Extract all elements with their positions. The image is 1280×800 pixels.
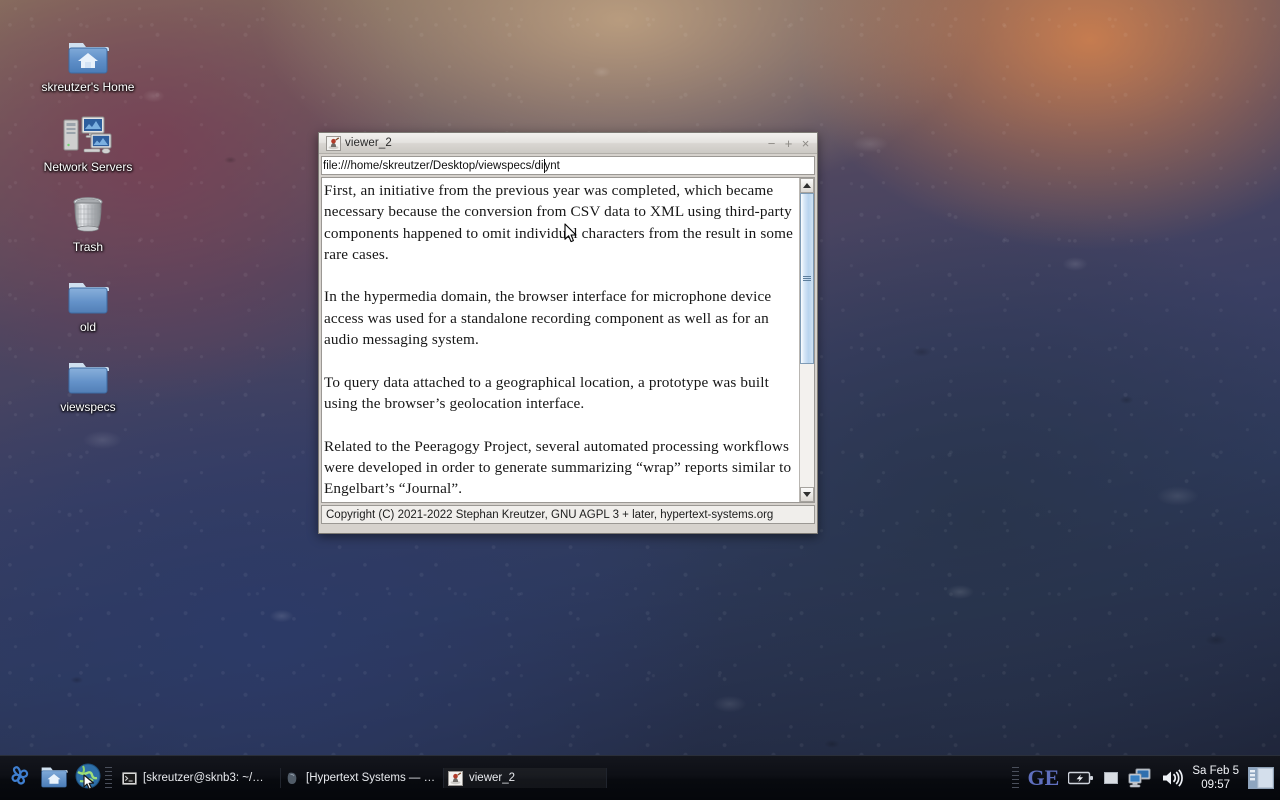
clock-time: 09:57 bbox=[1201, 779, 1231, 791]
browser-window-icon bbox=[285, 771, 300, 786]
clock-date: Sa Feb 5 bbox=[1192, 765, 1239, 777]
triskelion-logo-icon bbox=[6, 762, 34, 795]
document-paragraph: Related to the Peeragogy Project, severa… bbox=[324, 437, 792, 498]
launcher-area[interactable] bbox=[0, 756, 114, 800]
web-browser-launcher[interactable] bbox=[71, 762, 104, 795]
grip-icon bbox=[803, 275, 811, 281]
document-area[interactable]: First, an initiative from the previous y… bbox=[321, 177, 815, 503]
window-title: viewer_2 bbox=[345, 137, 392, 149]
scrollbar-track[interactable] bbox=[800, 193, 814, 487]
desktop-icon-label: old bbox=[79, 320, 96, 334]
copyright-text: Copyright (C) 2021-2022 Stephan Kreutzer… bbox=[326, 508, 774, 521]
document-paragraph: In the hypermedia domain, the browser in… bbox=[324, 288, 772, 349]
desktop-icon-network-servers[interactable]: Network Servers bbox=[26, 108, 150, 174]
paragraph-spacer bbox=[324, 414, 793, 435]
folder-icon bbox=[26, 268, 150, 316]
file-manager-launcher[interactable] bbox=[37, 762, 70, 795]
keyboard-layout-indicator[interactable]: GE bbox=[1028, 765, 1060, 791]
taskbar-window-label: [skreutzer@sknb3: ~/… bbox=[143, 772, 264, 784]
menu-launcher[interactable] bbox=[3, 762, 36, 795]
volume-speaker-icon[interactable] bbox=[1161, 769, 1184, 787]
taskbar-window-label: viewer_2 bbox=[469, 772, 516, 784]
system-tray[interactable]: GE Sa Feb 5 09:57 bbox=[1008, 756, 1280, 800]
desktop-icon-home[interactable]: skreutzer's Home bbox=[26, 28, 150, 94]
minimize-button[interactable]: − bbox=[763, 135, 780, 152]
chevron-down-icon bbox=[803, 492, 811, 497]
folder-icon bbox=[26, 348, 150, 396]
url-text-before-caret: file:///home/skreutzer/Desktop/viewspecs… bbox=[323, 159, 544, 172]
battery-charging-icon[interactable] bbox=[1068, 770, 1094, 786]
viewer-window[interactable]: viewer_2 − + × file:///home/skreutzer/De… bbox=[318, 132, 818, 534]
taskbar-grip-handle[interactable] bbox=[105, 767, 112, 789]
paragraph-spacer bbox=[324, 350, 793, 371]
scroll-down-button[interactable] bbox=[800, 487, 814, 502]
home-folder-icon bbox=[39, 763, 69, 794]
taskbar-window-terminal[interactable]: [skreutzer@sknb3: ~/… bbox=[118, 768, 281, 788]
blank-tray-icon[interactable] bbox=[1103, 770, 1119, 786]
home-folder-icon bbox=[26, 28, 150, 76]
url-text-after-caret: ynt bbox=[544, 159, 560, 172]
desktop-icon-trash[interactable]: Trash bbox=[26, 188, 150, 254]
desktop-icon-label: Network Servers bbox=[43, 160, 133, 174]
document-paragraph: To query data attached to a geographical… bbox=[324, 373, 769, 412]
network-servers-icon bbox=[26, 108, 150, 156]
trash-icon bbox=[26, 188, 150, 236]
document-paragraph: First, an initiative from the previous y… bbox=[324, 182, 793, 263]
taskbar[interactable]: [skreutzer@sknb3: ~/… [Hypertext Systems… bbox=[0, 755, 1280, 800]
vertical-scrollbar[interactable] bbox=[799, 178, 814, 502]
globe-browser-icon bbox=[74, 762, 102, 795]
display-settings-icon[interactable] bbox=[1128, 768, 1152, 788]
window-list[interactable]: [skreutzer@sknb3: ~/… [Hypertext Systems… bbox=[114, 756, 1008, 800]
terminal-icon bbox=[122, 771, 137, 786]
window-titlebar[interactable]: viewer_2 − + × bbox=[319, 133, 817, 154]
viewer-app-icon bbox=[324, 135, 341, 151]
desktop-icon-label: skreutzer's Home bbox=[41, 80, 135, 94]
chevron-up-icon bbox=[803, 183, 811, 188]
document-text: First, an initiative from the previous y… bbox=[322, 178, 799, 502]
desktop-icon-label: viewspecs bbox=[60, 400, 116, 414]
desktop-icon-label: Trash bbox=[72, 240, 104, 254]
taskbar-window-label: [Hypertext Systems — … bbox=[306, 772, 436, 784]
clock[interactable]: Sa Feb 5 09:57 bbox=[1192, 764, 1239, 792]
desktop-icon-viewspecs[interactable]: viewspecs bbox=[26, 348, 150, 414]
status-bar: Copyright (C) 2021-2022 Stephan Kreutzer… bbox=[321, 505, 815, 524]
tray-grip-handle[interactable] bbox=[1011, 767, 1019, 789]
scroll-up-button[interactable] bbox=[800, 178, 814, 193]
viewer-app-icon bbox=[448, 770, 463, 786]
paragraph-spacer bbox=[324, 265, 793, 286]
maximize-button[interactable]: + bbox=[780, 135, 797, 152]
url-input[interactable]: file:///home/skreutzer/Desktop/viewspecs… bbox=[321, 156, 815, 175]
taskbar-window-browser[interactable]: [Hypertext Systems — … bbox=[281, 768, 444, 788]
close-button[interactable]: × bbox=[797, 135, 814, 152]
desktop-icon-old[interactable]: old bbox=[26, 268, 150, 334]
scrollbar-thumb[interactable] bbox=[800, 193, 814, 364]
taskbar-window-viewer2[interactable]: viewer_2 bbox=[444, 768, 607, 788]
show-desktop-icon[interactable] bbox=[1248, 767, 1274, 789]
